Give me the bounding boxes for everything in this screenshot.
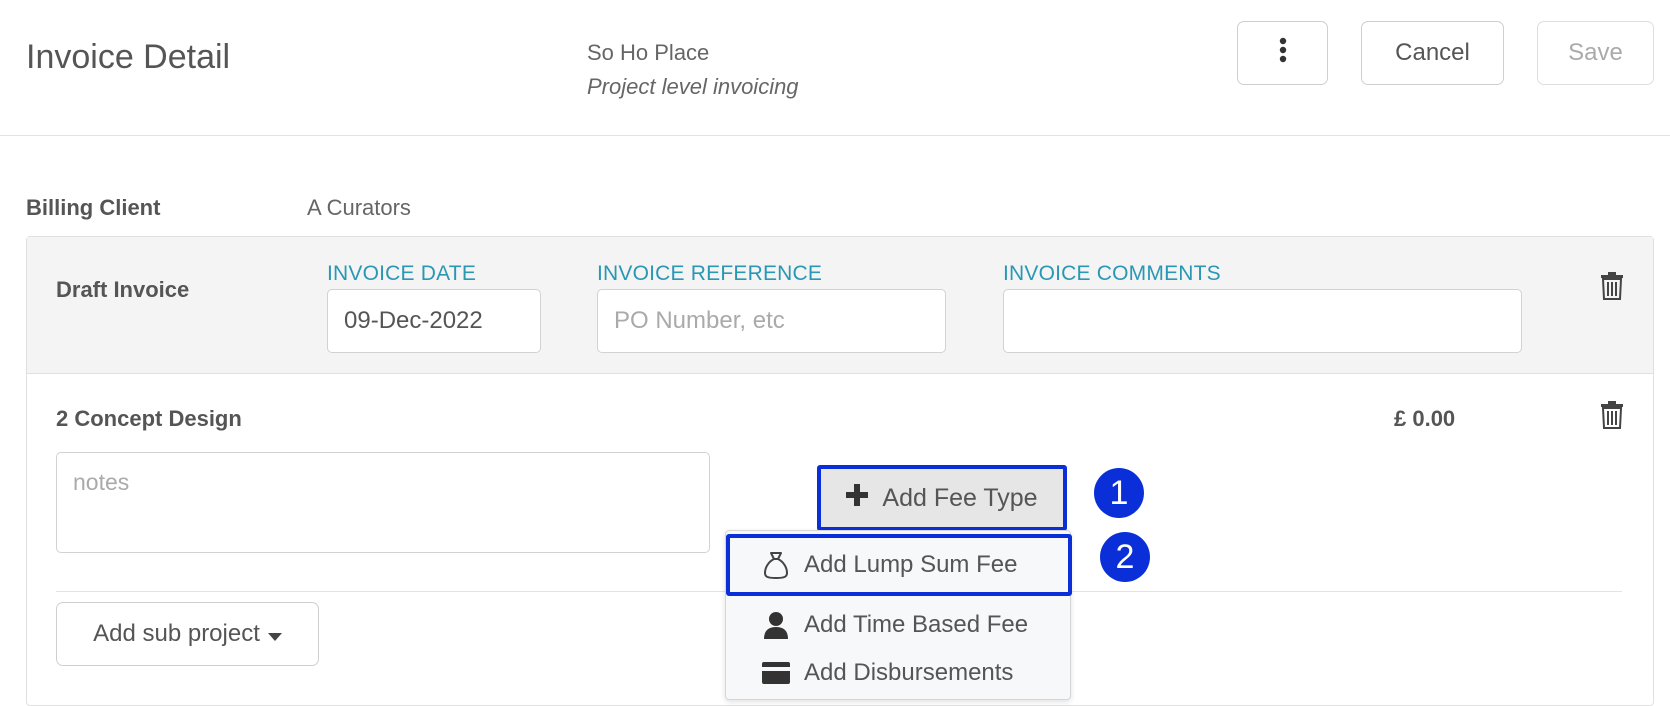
invoice-date-input[interactable]: 09-Dec-2022 xyxy=(327,289,541,353)
add-fee-type-label: Add Fee Type xyxy=(882,483,1038,512)
money-bag-icon xyxy=(762,551,790,579)
project-name: So Ho Place xyxy=(587,40,710,65)
page-title: Invoice Detail xyxy=(26,38,231,76)
step-marker-1: 1 xyxy=(1094,468,1144,518)
caret-down-icon xyxy=(267,620,282,648)
add-subproject-button[interactable]: Add sub project xyxy=(56,602,319,666)
step-marker-2: 2 xyxy=(1100,532,1150,582)
person-icon xyxy=(762,611,790,639)
notes-textarea[interactable]: notes xyxy=(56,452,710,553)
save-button[interactable]: Save xyxy=(1537,21,1654,85)
menu-item-time-based-fee[interactable]: Add Time Based Fee xyxy=(726,601,1072,649)
menu-item-label: Add Lump Sum Fee xyxy=(804,551,1018,578)
draft-invoice-title: Draft Invoice xyxy=(56,277,190,302)
menu-item-label: Add Disbursements xyxy=(804,659,1014,686)
billing-client-label: Billing Client xyxy=(26,195,161,220)
plus-icon xyxy=(846,483,869,513)
invoice-comments-label: INVOICE COMMENTS xyxy=(1003,262,1221,285)
menu-item-label: Add Time Based Fee xyxy=(804,611,1029,638)
kebab-icon xyxy=(1279,37,1287,70)
invoice-reference-input[interactable]: PO Number, etc xyxy=(597,289,946,353)
subproject-amount: £ 0.00 xyxy=(1394,406,1456,431)
card-icon xyxy=(762,659,790,687)
invoice-reference-label: INVOICE REFERENCE xyxy=(597,262,823,285)
fee-type-menu: Add Lump Sum Fee Add Time Based Fee Add … xyxy=(725,530,1072,700)
billing-client-value: A Curators xyxy=(307,195,411,220)
more-options-button[interactable] xyxy=(1237,21,1328,85)
invoice-comments-input[interactable] xyxy=(1003,289,1522,353)
delete-invoice-trash-icon[interactable] xyxy=(1600,272,1624,300)
subproject-title: 2 Concept Design xyxy=(56,406,242,431)
menu-item-disbursements[interactable]: Add Disbursements xyxy=(726,649,1072,697)
invoice-reference-placeholder: PO Number, etc xyxy=(614,307,785,334)
cancel-button[interactable]: Cancel xyxy=(1361,21,1504,85)
add-subproject-label: Add sub project xyxy=(93,620,260,647)
menu-item-lump-sum-fee[interactable]: Add Lump Sum Fee xyxy=(726,534,1072,596)
add-fee-type-button[interactable]: Add Fee Type xyxy=(817,465,1067,531)
project-subtitle: Project level invoicing xyxy=(587,74,799,99)
delete-subproject-trash-icon[interactable] xyxy=(1600,401,1624,429)
invoice-date-label: INVOICE DATE xyxy=(327,262,477,285)
